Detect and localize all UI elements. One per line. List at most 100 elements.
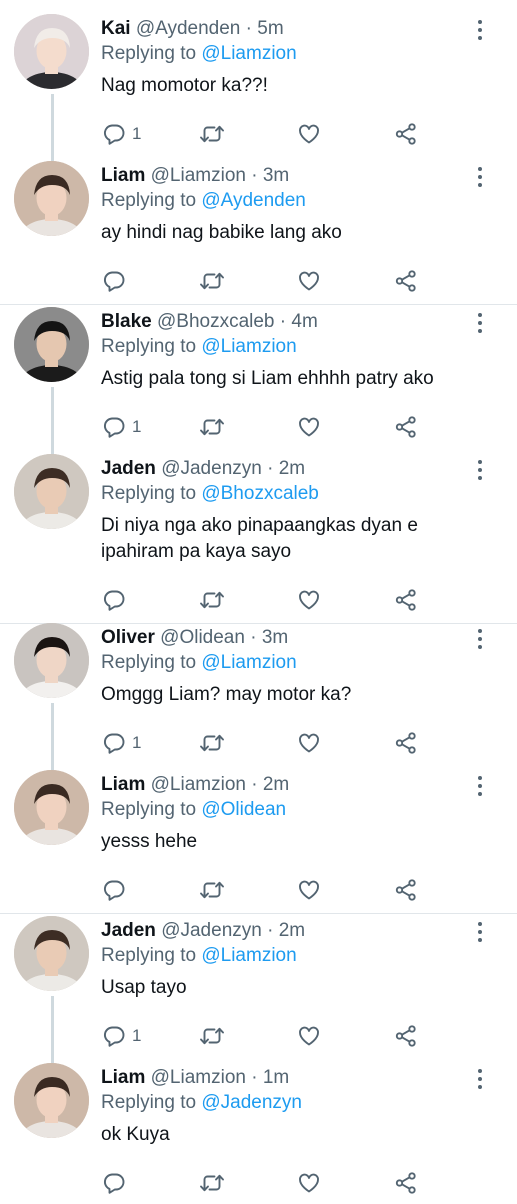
retweet-button[interactable] — [199, 412, 225, 442]
tweet[interactable]: Oliver @Olidean · 3m Replying to @Liamzio… — [0, 619, 517, 790]
display-name[interactable]: Liam — [101, 1067, 145, 1088]
user-handle[interactable]: @Jadenzyn — [161, 458, 262, 479]
like-button[interactable] — [297, 585, 321, 615]
timestamp[interactable]: 5m — [257, 18, 283, 39]
share-button[interactable] — [394, 119, 418, 149]
more-icon[interactable] — [470, 774, 490, 798]
like-button[interactable] — [297, 1168, 321, 1198]
reply-count: 1 — [132, 1026, 142, 1045]
avatar[interactable] — [14, 307, 89, 382]
retweet-button[interactable] — [199, 1168, 225, 1198]
more-icon[interactable] — [470, 165, 490, 189]
retweet-button[interactable] — [199, 728, 225, 758]
retweet-button[interactable] — [199, 875, 225, 905]
retweet-button[interactable] — [199, 119, 225, 149]
tweet[interactable]: Liam @Liamzion · 1m Replying to @Jadenzyn… — [0, 1059, 517, 1204]
display-name[interactable]: Oliver — [101, 627, 155, 648]
tweet-text-line: Usap tayo — [101, 977, 187, 998]
share-icon — [394, 1024, 418, 1048]
timestamp[interactable]: 2m — [279, 920, 305, 941]
user-handle[interactable]: @Aydenden — [136, 18, 241, 39]
user-handle[interactable]: @Jadenzyn — [161, 920, 262, 941]
tweet[interactable]: Liam @Liamzion · 2m Replying to @Olidean y… — [0, 766, 517, 911]
avatar[interactable] — [14, 454, 89, 529]
tweet[interactable]: Liam @Liamzion · 3m Replying to @Aydenden… — [0, 157, 517, 302]
timestamp[interactable]: 2m — [279, 458, 305, 479]
mention-link[interactable]: @Liamzion — [201, 945, 296, 966]
more-icon[interactable] — [470, 458, 490, 482]
timestamp[interactable]: 2m — [263, 774, 289, 795]
retweet-button[interactable] — [199, 585, 225, 615]
share-button[interactable] — [394, 728, 418, 758]
display-name[interactable]: Blake — [101, 311, 152, 332]
tweet[interactable]: Blake @Bhozxcaleb · 4m Replying to @Liamz… — [0, 303, 517, 474]
share-button[interactable] — [394, 412, 418, 442]
display-name[interactable]: Jaden — [101, 458, 156, 479]
reply-button[interactable] — [102, 585, 132, 615]
retweet-icon — [199, 588, 225, 612]
reply-button[interactable]: 1 — [102, 412, 141, 442]
user-handle[interactable]: @Bhozxcaleb — [157, 311, 275, 332]
mention-link[interactable]: @Liamzion — [201, 336, 296, 357]
tweet[interactable]: Jaden @Jadenzyn · 2m Replying to @Liamzio… — [0, 912, 517, 1083]
share-icon — [394, 878, 418, 902]
user-handle[interactable]: @Liamzion — [151, 1067, 246, 1088]
mention-link[interactable]: @Jadenzyn — [201, 1092, 302, 1113]
retweet-button[interactable] — [199, 1021, 225, 1051]
tweet-text-line: yesss hehe — [101, 831, 198, 852]
share-button[interactable] — [394, 1021, 418, 1051]
like-button[interactable] — [297, 119, 321, 149]
reply-icon — [102, 1171, 126, 1195]
timestamp[interactable]: 3m — [263, 165, 289, 186]
like-button[interactable] — [297, 728, 321, 758]
display-name[interactable]: Liam — [101, 774, 145, 795]
timestamp[interactable]: 4m — [291, 311, 317, 332]
tweet[interactable]: Jaden @Jadenzyn · 2m Replying to @Bhozxca… — [0, 450, 517, 621]
share-icon — [394, 731, 418, 755]
avatar[interactable] — [14, 14, 89, 89]
user-handle[interactable]: @Liamzion — [151, 165, 246, 186]
timestamp[interactable]: 1m — [263, 1067, 289, 1088]
like-button[interactable] — [297, 1021, 321, 1051]
display-name[interactable]: Liam — [101, 165, 145, 186]
reply-button[interactable]: 1 — [102, 1021, 141, 1051]
more-icon[interactable] — [470, 1067, 490, 1091]
share-button[interactable] — [394, 875, 418, 905]
mention-link[interactable]: @Aydenden — [201, 190, 306, 211]
share-button[interactable] — [394, 266, 418, 296]
replying-to-label: Replying to — [101, 945, 197, 966]
user-handle[interactable]: @Liamzion — [151, 774, 246, 795]
mention-link[interactable]: @Liamzion — [201, 652, 296, 673]
tweet[interactable]: Kai @Aydenden · 5m Replying to @Liamzion N… — [0, 10, 517, 181]
mention-link[interactable]: @Olidean — [201, 799, 286, 820]
like-icon — [297, 269, 321, 293]
mention-link[interactable]: @Liamzion — [201, 43, 296, 64]
reply-button[interactable] — [102, 875, 132, 905]
retweet-button[interactable] — [199, 266, 225, 296]
avatar[interactable] — [14, 161, 89, 236]
avatar[interactable] — [14, 770, 89, 845]
like-button[interactable] — [297, 266, 321, 296]
like-button[interactable] — [297, 875, 321, 905]
more-icon[interactable] — [470, 311, 490, 335]
user-handle[interactable]: @Olidean — [160, 627, 245, 648]
reply-button[interactable] — [102, 266, 132, 296]
like-icon — [297, 1171, 321, 1195]
share-button[interactable] — [394, 585, 418, 615]
more-icon[interactable] — [470, 18, 490, 42]
more-icon[interactable] — [470, 627, 490, 651]
more-icon[interactable] — [470, 920, 490, 944]
replying-to-label: Replying to — [101, 652, 197, 673]
reply-button[interactable] — [102, 1168, 132, 1198]
share-button[interactable] — [394, 1168, 418, 1198]
timestamp[interactable]: 3m — [262, 627, 288, 648]
avatar[interactable] — [14, 1063, 89, 1138]
mention-link[interactable]: @Bhozxcaleb — [201, 483, 319, 504]
reply-button[interactable]: 1 — [102, 119, 141, 149]
display-name[interactable]: Jaden — [101, 920, 156, 941]
avatar[interactable] — [14, 916, 89, 991]
like-button[interactable] — [297, 412, 321, 442]
reply-button[interactable]: 1 — [102, 728, 141, 758]
avatar[interactable] — [14, 623, 89, 698]
display-name[interactable]: Kai — [101, 18, 131, 39]
